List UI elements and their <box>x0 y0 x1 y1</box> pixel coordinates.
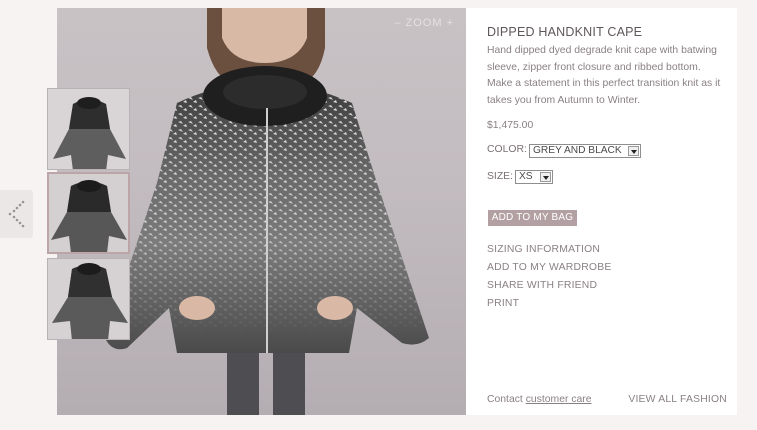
product-description: Hand dipped dyed degrade knit cape with … <box>487 45 721 106</box>
product-price: $1,475.00 <box>487 120 534 131</box>
share-icon <box>8 200 25 228</box>
share-tab[interactable] <box>0 190 33 238</box>
thumbnail-image <box>48 89 129 169</box>
zoom-control[interactable]: – ZOOM + <box>394 17 454 29</box>
customer-care-link[interactable]: customer care <box>526 394 592 405</box>
color-select-value: GREY AND BLACK <box>533 145 622 156</box>
share-with-friend-link[interactable]: SHARE WITH FRIEND <box>487 280 597 291</box>
chevron-down-icon <box>628 146 639 156</box>
view-all-fashion-link[interactable]: VIEW ALL FASHION <box>628 394 727 405</box>
thumbnail-image <box>48 259 129 339</box>
thumbnail-image <box>49 174 128 252</box>
contact-prefix: Contact <box>487 394 523 405</box>
thumbnail-3[interactable] <box>47 258 130 340</box>
chevron-down-icon <box>540 172 551 182</box>
print-link[interactable]: PRINT <box>487 298 519 309</box>
size-select[interactable]: XS <box>515 170 553 184</box>
thumbnail-2[interactable] <box>47 172 130 254</box>
add-to-bag-button[interactable]: ADD TO MY BAG <box>488 210 577 226</box>
product-details-panel: DIPPED HANDKNIT CAPE Hand dipped dyed de… <box>466 8 737 415</box>
sizing-information-link[interactable]: SIZING INFORMATION <box>487 244 600 255</box>
add-to-wardrobe-link[interactable]: ADD TO MY WARDROBE <box>487 262 611 273</box>
product-title: DIPPED HANDKNIT CAPE <box>487 25 643 39</box>
color-label: COLOR: <box>487 144 527 155</box>
color-select[interactable]: GREY AND BLACK <box>529 144 641 158</box>
contact-text: Contact customer care <box>487 394 592 405</box>
thumbnail-1[interactable] <box>47 88 130 170</box>
size-label: SIZE: <box>487 171 513 182</box>
size-select-value: XS <box>519 171 533 182</box>
